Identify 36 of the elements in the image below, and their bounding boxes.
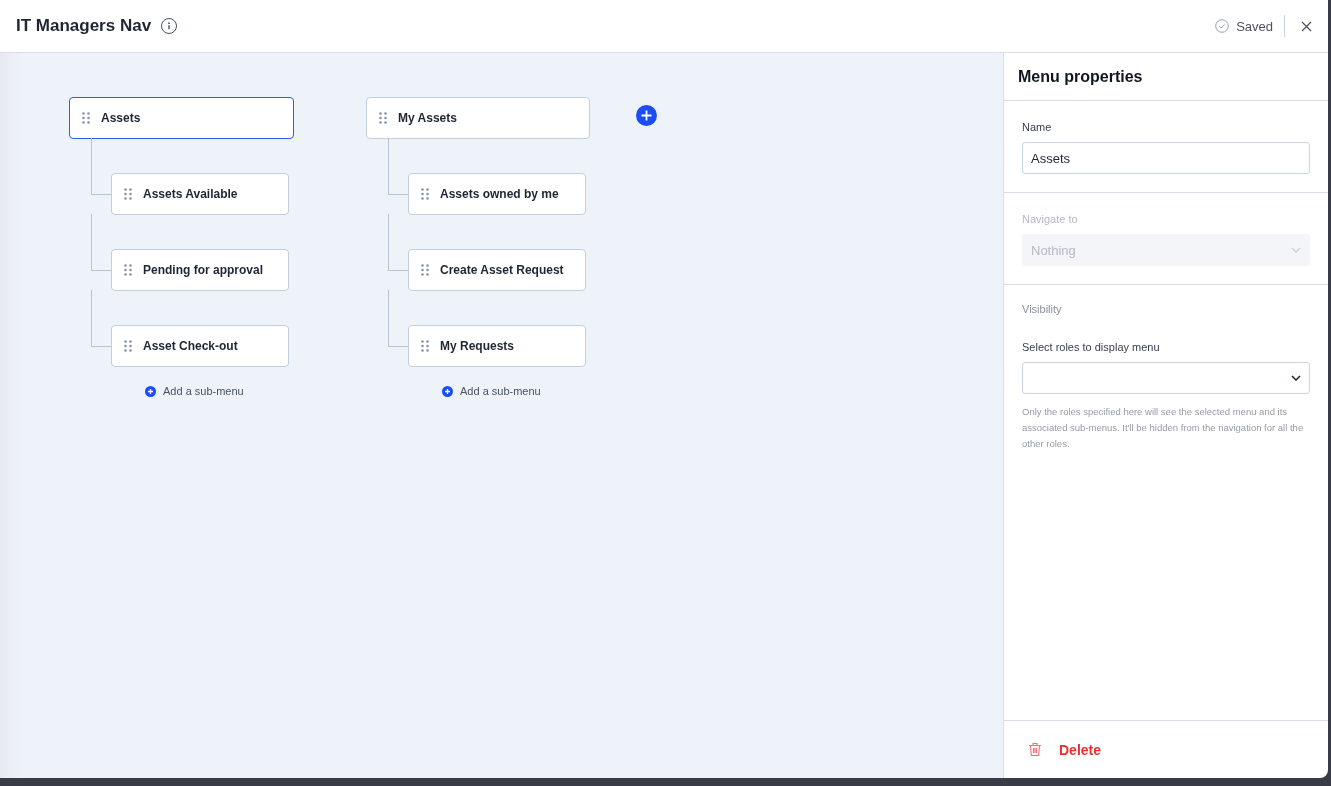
field-label: Select roles to display menu xyxy=(1022,341,1161,353)
submenu-node[interactable]: Assets owned by me xyxy=(408,173,586,215)
panel-title: Menu properties xyxy=(1004,53,1328,101)
add-menu-button[interactable] xyxy=(636,105,657,126)
chevron-down-icon xyxy=(1291,375,1301,381)
plus-icon xyxy=(641,110,652,121)
delete-button[interactable]: Delete xyxy=(1028,741,1102,758)
help-text: Only the roles specified here will see the selected menu and its associated sub-menus. It'll be hidden from the navigation for all the other roles. xyxy=(1022,405,1305,451)
check-circle-icon xyxy=(1215,19,1230,33)
add-submenu-link[interactable]: Add a sub-menu xyxy=(145,385,244,397)
drag-handle-icon[interactable] xyxy=(421,264,429,276)
drag-handle-icon[interactable] xyxy=(421,188,429,200)
drag-handle-icon[interactable] xyxy=(124,340,132,352)
window-title: IT Managers Nav xyxy=(16,16,152,36)
plus-circle-icon xyxy=(145,385,156,397)
menu-node[interactable]: Assets xyxy=(69,97,294,139)
menu-node[interactable]: My Assets xyxy=(366,97,590,139)
submenu-node[interactable]: Create Asset Request xyxy=(408,249,586,291)
name-input[interactable]: Assets xyxy=(1022,142,1310,174)
trash-icon xyxy=(1028,742,1042,757)
submenu-node[interactable]: My Requests xyxy=(408,325,586,367)
drag-handle-icon[interactable] xyxy=(82,112,90,124)
field-label: Navigate to xyxy=(1022,213,1079,225)
save-status: Saved xyxy=(1236,18,1273,34)
submenu-node[interactable]: Asset Check-out xyxy=(111,325,289,367)
drag-handle-icon[interactable] xyxy=(124,264,132,276)
add-submenu-link[interactable]: Add a sub-menu xyxy=(442,385,541,397)
chevron-down-icon xyxy=(1291,247,1301,253)
field-label: Name xyxy=(1022,121,1053,133)
submenu-node[interactable]: Pending for approval xyxy=(111,249,289,291)
section-heading: Visibility xyxy=(1022,303,1063,315)
drag-handle-icon[interactable] xyxy=(379,112,387,124)
drag-handle-icon[interactable] xyxy=(421,340,429,352)
drag-handle-icon[interactable] xyxy=(124,188,132,200)
plus-circle-icon xyxy=(442,385,453,397)
submenu-node[interactable]: Assets Available xyxy=(111,173,289,215)
